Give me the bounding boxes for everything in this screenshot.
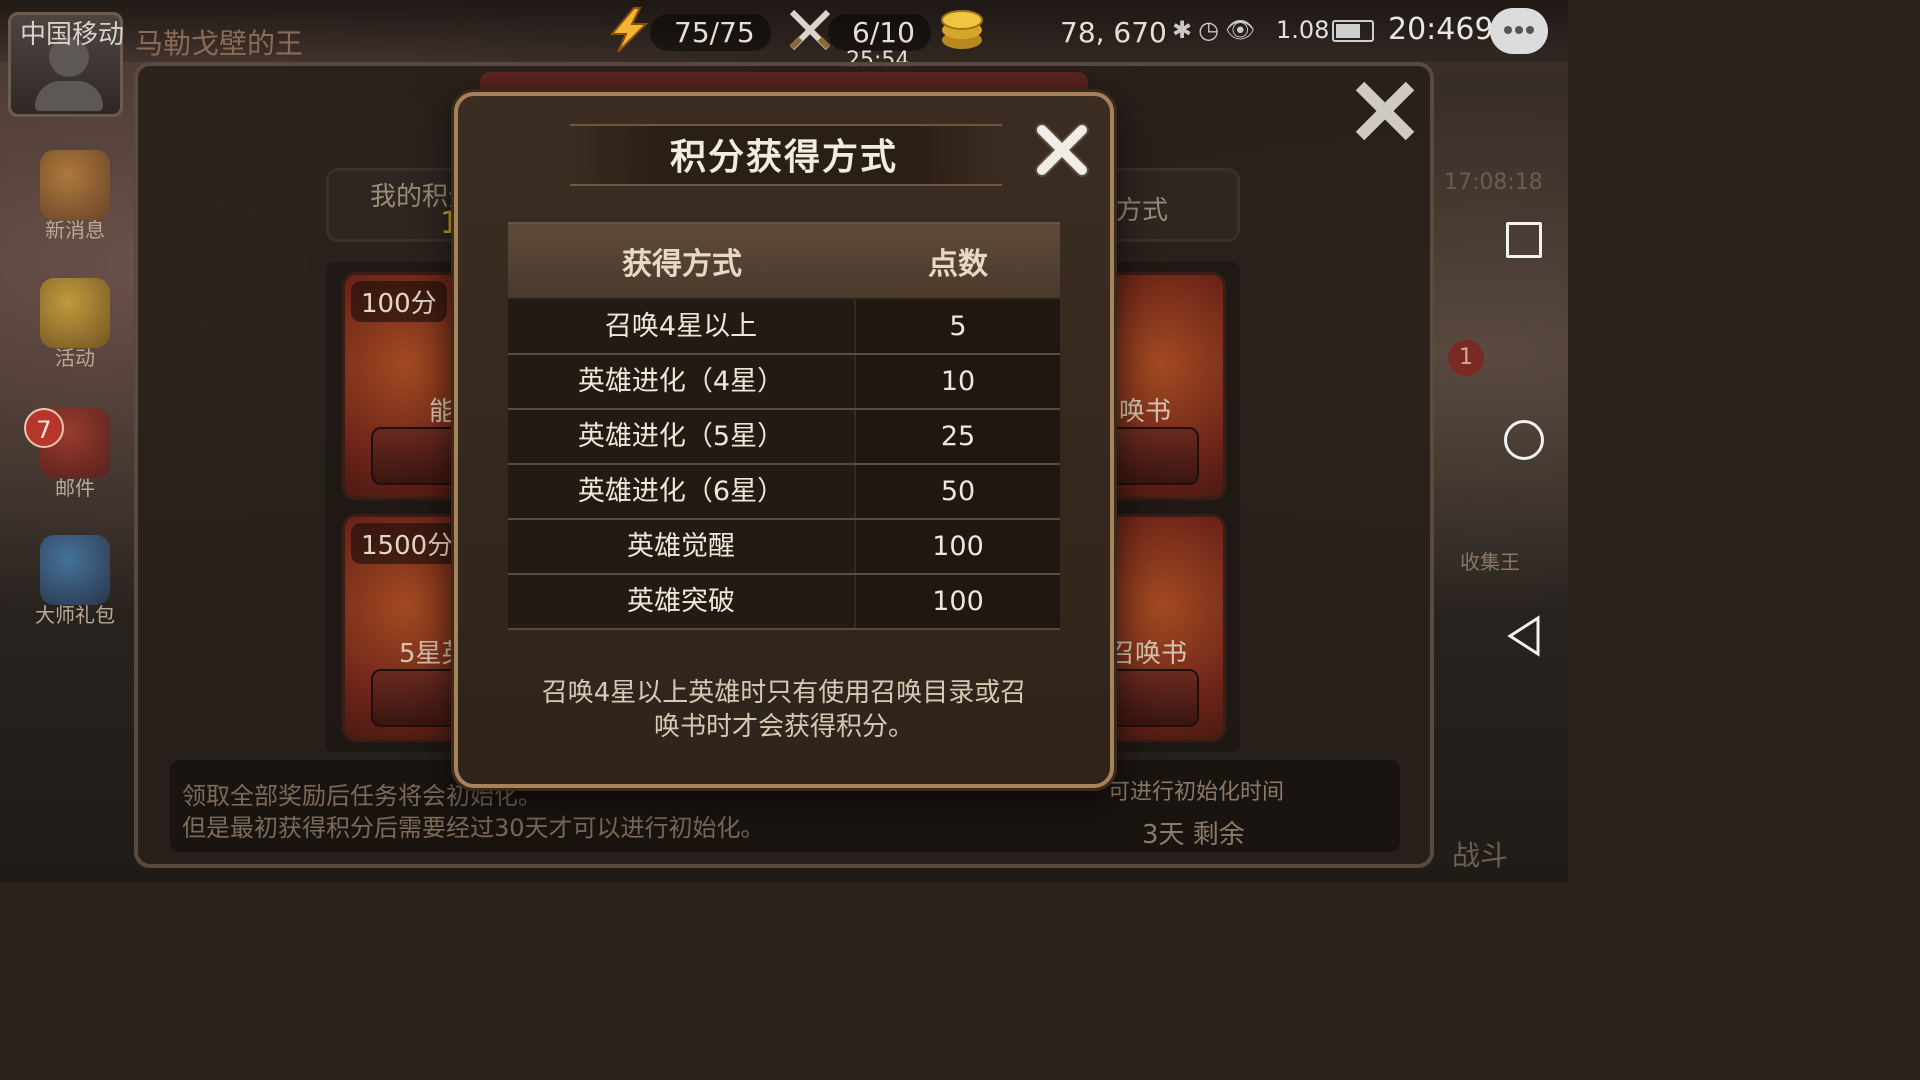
table-row: 英雄进化（5星） 25 [508, 410, 1060, 465]
claim-button[interactable] [371, 669, 465, 727]
method-cell: 英雄突破 [508, 575, 856, 628]
reward-name: 能 [429, 397, 456, 427]
avatar-body-icon [35, 81, 103, 111]
method-cell: 英雄进化（5星） [508, 410, 856, 463]
crossed-swords-icon [789, 9, 831, 51]
lightning-icon [609, 7, 649, 53]
sidebar-item-master-pack[interactable]: 大师礼包 [30, 535, 120, 628]
system-clock: 20:469 [1388, 12, 1494, 47]
stamina-counter: 75/75 [650, 12, 771, 52]
mail-count-badge: 7 [24, 408, 64, 448]
carrier-label: 中国移动 [20, 20, 125, 50]
sidebar-item-events[interactable]: 活动 [30, 278, 120, 371]
claim-button[interactable] [1105, 427, 1199, 485]
table-row: 英雄进化（6星） 50 [508, 465, 1060, 520]
dialog-note: 召唤4星以上英雄时只有使用召唤目录或召 唤书时才会获得积分。 [498, 676, 1070, 744]
gold-coin-icon [941, 10, 983, 49]
table-row: 召唤4星以上 5 [508, 300, 1060, 355]
gold-counter: 78, 670 [1060, 15, 1167, 49]
gift-bag-icon [40, 535, 110, 605]
reward-card[interactable]: 100分 能 [342, 272, 472, 500]
star-icon [40, 278, 110, 348]
points-info-dialog: 积分获得方式 获得方式 点数 召唤4星以上 5 英雄进化（4星） 10 英雄进化… [454, 92, 1114, 788]
method-cell: 召唤4星以上 [508, 300, 856, 353]
footer-line-2: 但是最初获得积分后需要经过30天才可以进行初始化。 [182, 814, 765, 842]
points-cell: 25 [856, 410, 1060, 463]
method-cell: 英雄觉醒 [508, 520, 856, 573]
battle-counter: 6/10 [828, 12, 931, 52]
reward-card[interactable]: 1500分 5星英 [342, 514, 472, 742]
close-icon[interactable] [1350, 76, 1420, 146]
battle-button-label[interactable]: 战斗 [1452, 834, 1508, 874]
player-name: 马勒戈壁的王 [135, 27, 304, 60]
points-cell: 10 [856, 355, 1060, 408]
battery-icon [1332, 20, 1374, 42]
method-cell: 英雄进化（4星） [508, 355, 856, 408]
points-cell: 100 [856, 520, 1060, 573]
close-icon[interactable] [1032, 120, 1092, 180]
net-speed: 1.08 [1276, 16, 1330, 44]
system-status-icons: ✱◷👁 [1172, 16, 1262, 44]
reward-points: 100分 [351, 281, 447, 322]
table-row: 英雄进化（4星） 10 [508, 355, 1060, 410]
column-header-points: 点数 [928, 247, 988, 282]
dialog-title: 积分获得方式 [669, 137, 898, 178]
table-header: 获得方式 点数 [508, 222, 1060, 300]
back-button[interactable] [1504, 614, 1544, 658]
points-cell: 5 [856, 300, 1060, 353]
points-method-label: 方式 [1116, 196, 1169, 226]
reward-card[interactable]: 召唤书 [1096, 514, 1226, 742]
reward-name: 召唤书 [1109, 639, 1188, 669]
event-timer: 17:08:18 [1444, 170, 1543, 195]
reward-card[interactable]: 唤书 [1096, 272, 1226, 500]
reward-points: 1500分 [351, 523, 464, 564]
recent-apps-button[interactable] [1506, 222, 1542, 258]
chat-bubble-icon[interactable] [1490, 8, 1548, 54]
claim-button[interactable] [371, 427, 465, 485]
notification-badge: 1 [1448, 340, 1484, 376]
reset-time-label: 可进行初始化时间 [1108, 780, 1285, 805]
points-cell: 100 [856, 575, 1060, 628]
home-button[interactable] [1504, 420, 1544, 460]
note-line-2: 唤书时才会获得积分。 [653, 712, 914, 742]
table-row: 英雄觉醒 100 [508, 520, 1060, 575]
claim-button[interactable] [1105, 669, 1199, 727]
table-row: 英雄突破 100 [508, 575, 1060, 630]
sidebar-item-news[interactable]: 新消息 [30, 150, 120, 243]
column-header-method: 获得方式 [622, 247, 742, 282]
reward-name: 唤书 [1119, 397, 1172, 427]
points-table: 获得方式 点数 召唤4星以上 5 英雄进化（4星） 10 英雄进化（5星） 25… [508, 222, 1060, 630]
collect-king-label[interactable]: 收集王 [1460, 546, 1520, 575]
note-line-1: 召唤4星以上英雄时只有使用召唤目录或召 [541, 678, 1027, 708]
points-cell: 50 [856, 465, 1060, 518]
reset-time-value: 3天 剩余 [1142, 820, 1245, 850]
method-cell: 英雄进化（6星） [508, 465, 856, 518]
megaphone-icon [40, 150, 110, 220]
